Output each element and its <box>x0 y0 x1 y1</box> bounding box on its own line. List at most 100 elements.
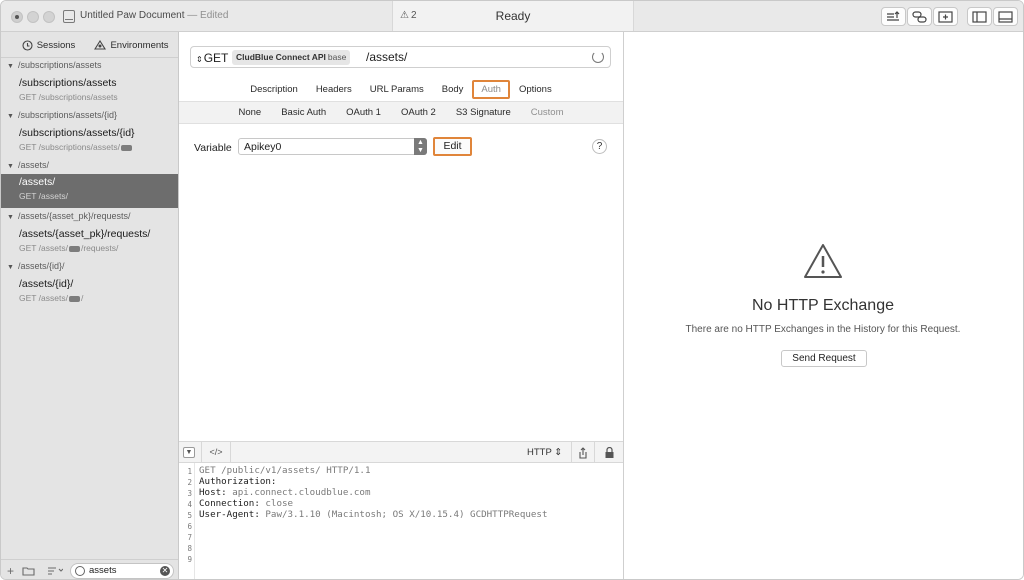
group-header-label: /assets/{asset_pk}/requests/ <box>17 211 131 221</box>
line-number: 7 <box>187 533 192 542</box>
http-preview: 1 2 3 4 5 6 7 8 9 GET /public/v1/assets/… <box>179 463 623 579</box>
variable-label: Variable <box>194 142 232 154</box>
share-button[interactable] <box>571 442 594 463</box>
close-window-button[interactable] <box>11 11 23 23</box>
path-variable-token <box>68 295 80 302</box>
filter-field[interactable]: assets ✕ <box>70 563 174 579</box>
export-icon <box>887 11 900 21</box>
status-text: Ready <box>495 9 531 23</box>
tab-sessions[interactable]: Sessions <box>7 35 90 55</box>
tab-environments[interactable]: Environments <box>90 35 173 55</box>
document-name: Untitled Paw Document <box>80 10 185 21</box>
sidebar-toggle-button[interactable] <box>967 7 992 26</box>
group-header[interactable]: ▼/assets/ <box>7 160 49 170</box>
request-item[interactable]: /subscriptions/assets/{id} GET /subscrip… <box>1 125 178 159</box>
app-window: Untitled Paw Document — Edited ⚠2 Ready <box>0 0 1024 580</box>
request-method-path: GET /assets/ /requests/ <box>19 243 118 253</box>
auth-type-tabs: None Basic Auth OAuth 1 OAuth 2 S3 Signa… <box>179 101 623 124</box>
add-panel-button[interactable] <box>933 7 958 26</box>
request-method-path: GET /subscriptions/assets/ <box>19 142 133 152</box>
code-line: GET /public/v1/assets/ HTTP/1.1 <box>199 465 370 476</box>
method-selector[interactable]: ⇕GET <box>196 51 228 65</box>
request-item[interactable]: /subscriptions/assets GET /subscriptions… <box>1 75 178 109</box>
request-method-path: GET /assets/ / <box>19 293 83 303</box>
auth-tab-oauth2[interactable]: OAuth 2 <box>391 107 446 118</box>
request-tabs: Description Headers URL Params Body Auth… <box>179 79 623 100</box>
code-view-toggle[interactable]: </> <box>201 442 231 463</box>
group-header[interactable]: ▼/subscriptions/assets <box>7 60 101 70</box>
sidebar-toggle-icon <box>972 10 987 23</box>
edited-indicator: — Edited <box>187 10 229 21</box>
auth-tab-basic[interactable]: Basic Auth <box>271 107 336 118</box>
preview-format-select[interactable]: HTTP ⇕ <box>527 447 562 458</box>
sort-menu-button[interactable] <box>47 565 64 579</box>
clock-icon <box>22 39 33 51</box>
variable-select[interactable]: Apikey0 ▲ ▼ <box>238 138 427 155</box>
code-text: Paw/3.1.10 (Macintosh; OS X/10.15.4) GCD… <box>259 509 548 520</box>
request-method-path: GET /subscriptions/assets <box>19 92 118 102</box>
request-item-selected[interactable]: /assets/ GET /assets/ <box>1 174 178 208</box>
zoom-window-button[interactable] <box>43 11 55 23</box>
tab-description[interactable]: Description <box>241 80 307 99</box>
reload-icon[interactable] <box>592 51 604 63</box>
request-name: /assets/{id}/ <box>19 278 74 290</box>
tab-auth[interactable]: Auth <box>472 80 510 99</box>
disclosure-triangle-icon: ▼ <box>7 264 14 271</box>
tab-body[interactable]: Body <box>433 80 473 99</box>
response-pane: No HTTP Exchange There are no HTTP Excha… <box>624 32 1023 579</box>
warning-triangle-icon <box>804 244 842 278</box>
auth-tab-s3[interactable]: S3 Signature <box>446 107 521 118</box>
sidebar-divider <box>1 57 178 58</box>
group-header[interactable]: ▼/assets/{asset_pk}/requests/ <box>7 211 131 221</box>
request-name: /subscriptions/assets <box>19 77 117 89</box>
request-path-text: GET /assets/ <box>19 243 68 253</box>
request-item[interactable]: /assets/{id}/ GET /assets/ / <box>1 276 178 310</box>
code-text: api.connect.cloudblue.com <box>226 487 371 498</box>
path-variable-token <box>68 245 80 252</box>
folder-icon <box>22 567 35 576</box>
help-button[interactable]: ? <box>592 139 607 154</box>
link-button[interactable] <box>907 7 932 26</box>
export-button[interactable] <box>881 7 906 26</box>
disclosure-triangle-icon: ▼ <box>7 163 14 170</box>
request-path-suffix: /requests/ <box>80 243 119 253</box>
request-path-text: GET /assets/ <box>19 293 68 303</box>
filter-value: assets <box>89 565 117 576</box>
group-header[interactable]: ▼/assets/{id}/ <box>7 261 64 271</box>
auth-tab-oauth1[interactable]: OAuth 1 <box>336 107 391 118</box>
auth-tab-custom[interactable]: Custom <box>521 107 574 118</box>
request-path-text: GET /assets/ <box>19 191 68 201</box>
code-key: Host: <box>199 487 227 498</box>
line-number: 3 <box>187 489 192 498</box>
method-label: GET <box>203 51 229 65</box>
tab-environments-label: Environments <box>110 39 169 51</box>
send-request-button[interactable]: Send Request <box>781 350 867 367</box>
auth-tab-none[interactable]: None <box>229 107 272 118</box>
tab-options[interactable]: Options <box>510 80 561 99</box>
code-line: Authorization: <box>199 476 276 487</box>
preview-dropdown-icon[interactable]: ▼ <box>183 447 195 458</box>
title-bar: Untitled Paw Document — Edited ⚠ 2 Ready <box>1 1 1023 32</box>
add-folder-button[interactable] <box>22 565 35 579</box>
document-icon <box>63 10 75 23</box>
request-name: /subscriptions/assets/{id} <box>19 127 135 139</box>
tab-headers[interactable]: Headers <box>307 80 361 99</box>
group-header[interactable]: ▼/subscriptions/assets/{id} <box>7 110 117 120</box>
path-variable-token <box>120 144 132 151</box>
environment-variable-token[interactable]: CludBlue Connect API base <box>232 50 351 65</box>
select-stepper-icon: ▲ ▼ <box>414 138 427 155</box>
code-key: Authorization: <box>199 476 277 487</box>
tab-url-params[interactable]: URL Params <box>361 80 433 99</box>
line-number: 5 <box>187 511 192 520</box>
bottom-panel-toggle-button[interactable] <box>993 7 1018 26</box>
add-icon[interactable]: + <box>7 564 14 578</box>
line-number: 9 <box>187 555 192 564</box>
clear-filter-icon[interactable]: ✕ <box>160 566 170 576</box>
document-title: Untitled Paw Document — Edited <box>80 10 228 21</box>
url-bar[interactable]: ⇕GET CludBlue Connect API base /assets/ <box>190 46 611 68</box>
group-header-label: /subscriptions/assets <box>17 60 102 70</box>
minimize-window-button[interactable] <box>27 11 39 23</box>
request-item[interactable]: /assets/{asset_pk}/requests/ GET /assets… <box>1 226 178 260</box>
lock-button[interactable] <box>594 442 623 463</box>
edit-button[interactable]: Edit <box>433 137 472 156</box>
